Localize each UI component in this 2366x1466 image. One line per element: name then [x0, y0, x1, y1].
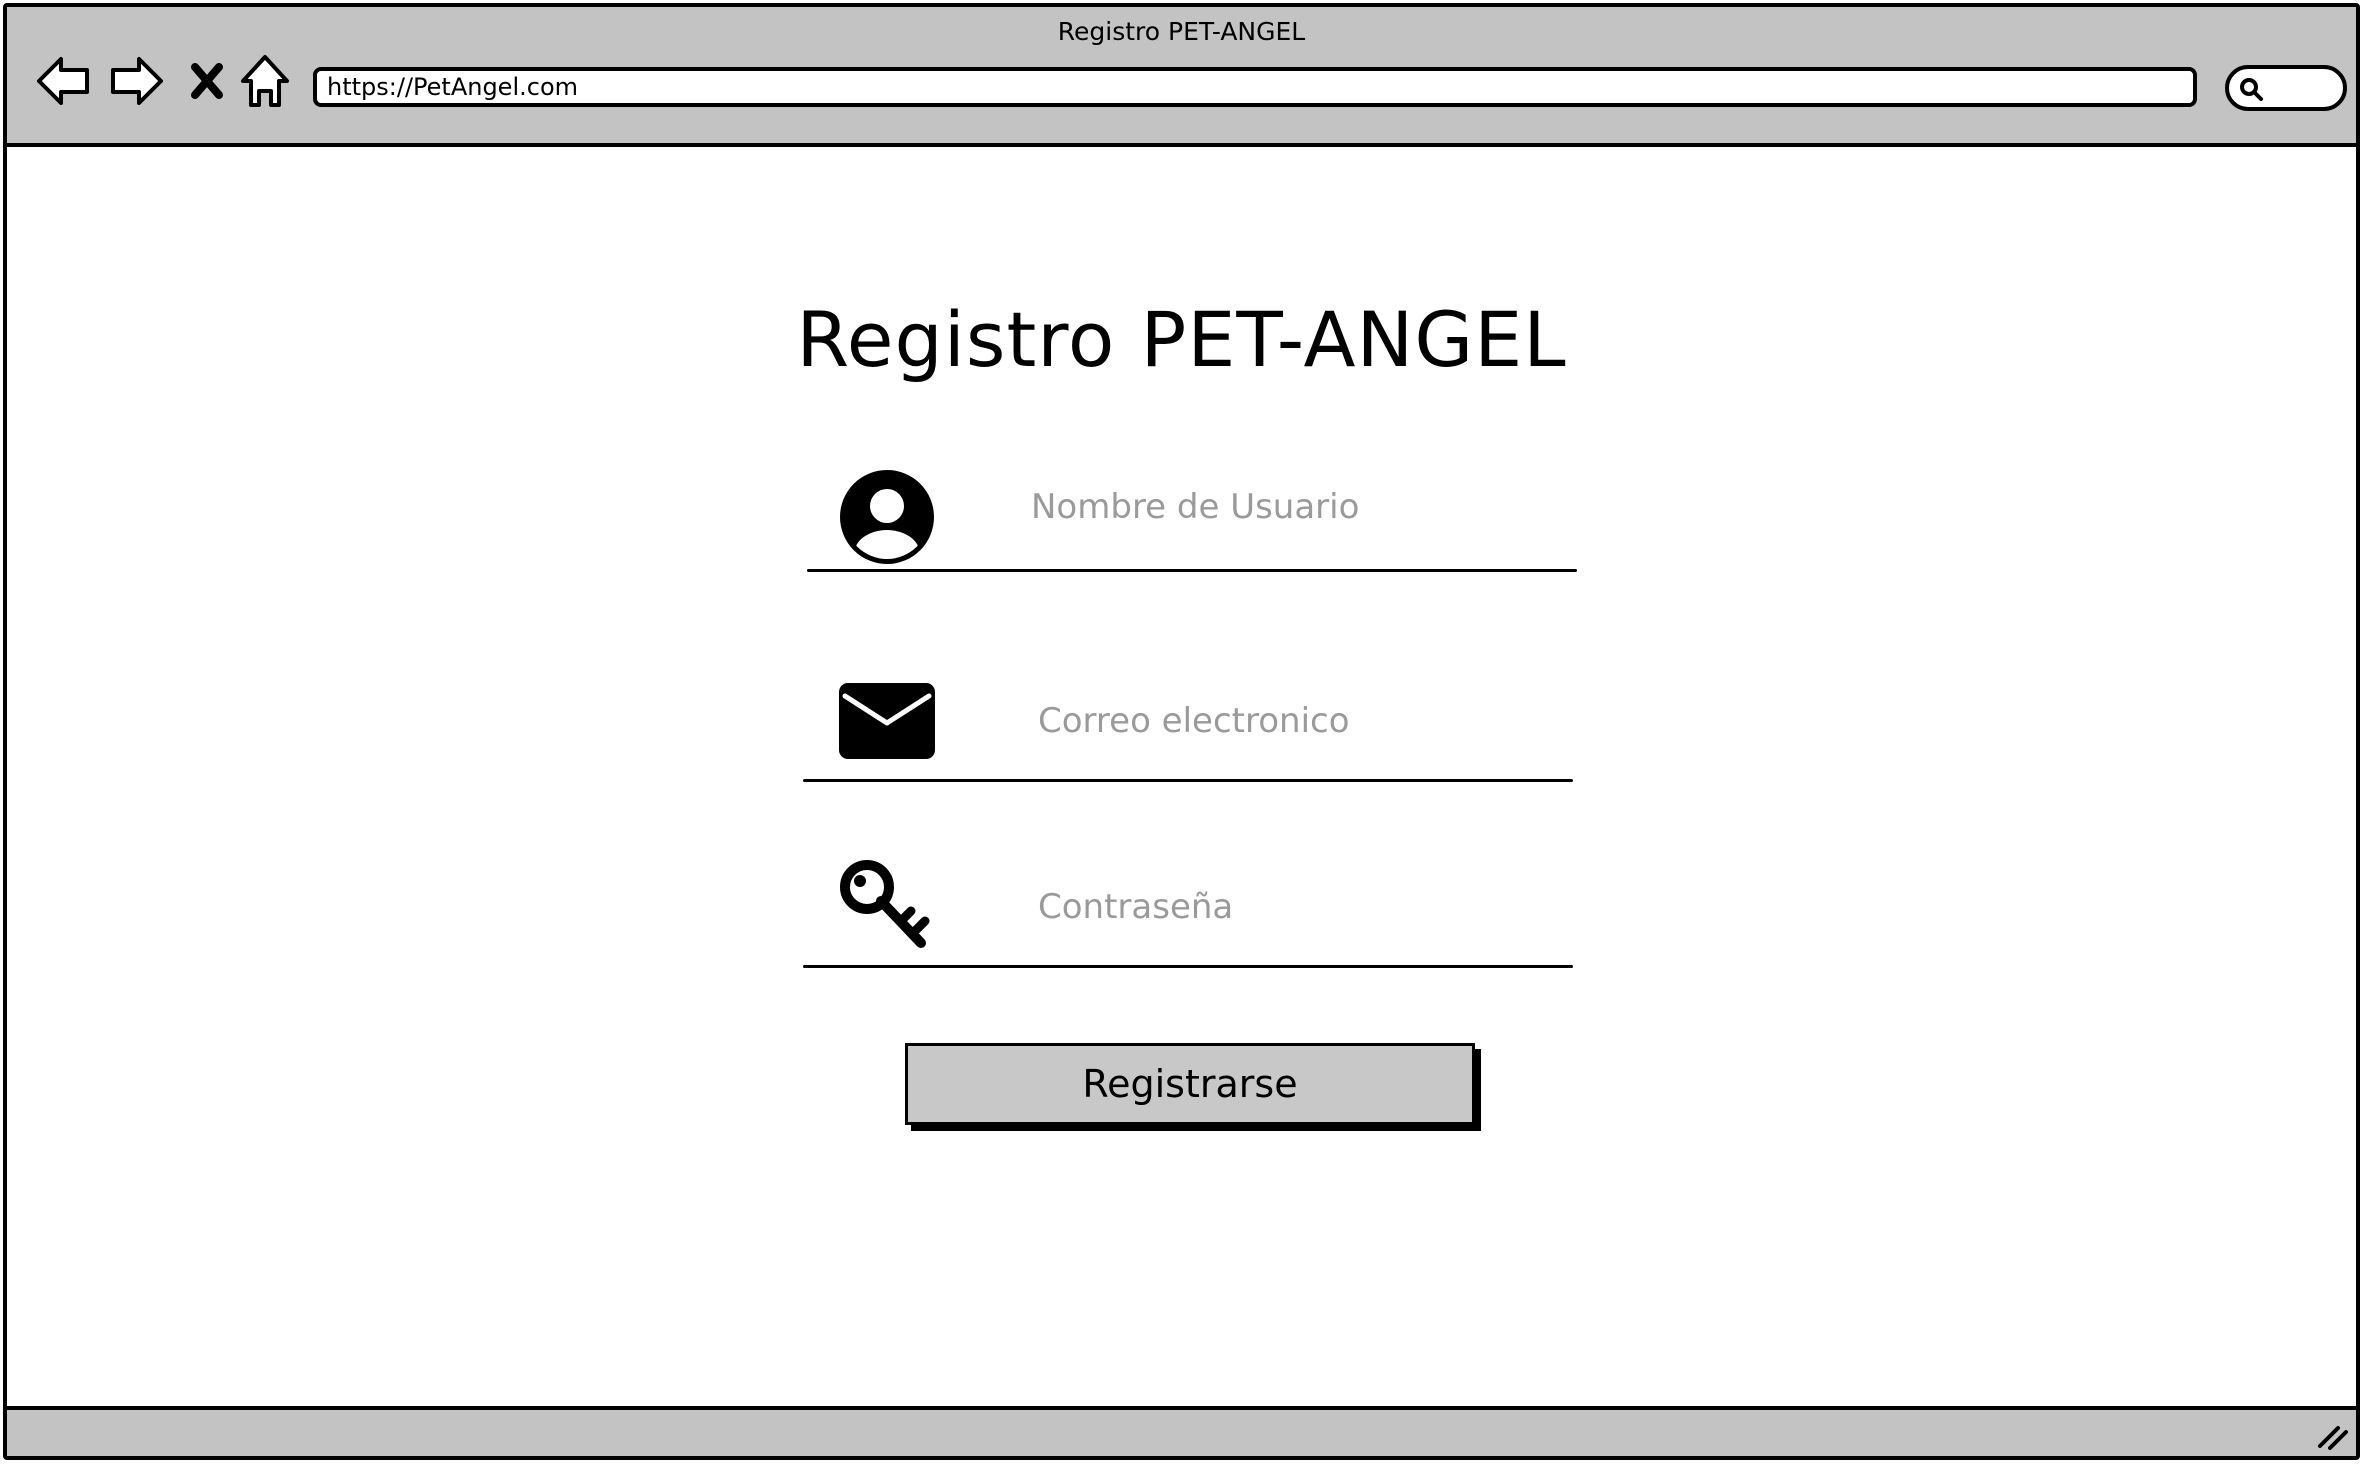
page-title: Registro PET-ANGEL [796, 295, 1567, 384]
password-placeholder: Contraseña [1038, 887, 1234, 927]
password-underline [803, 965, 1573, 968]
key-icon [837, 857, 937, 957]
browser-search-button[interactable] [2225, 65, 2347, 111]
page-content: Registro PET-ANGEL Nombre de Usuario Cor… [7, 147, 2356, 1406]
email-placeholder: Correo electronico [1038, 701, 1350, 741]
username-field[interactable]: Nombre de Usuario [807, 467, 1577, 577]
username-underline [807, 569, 1577, 572]
password-field[interactable]: Contraseña [803, 860, 1573, 973]
stop-icon[interactable] [177, 51, 237, 111]
window-title: Registro PET-ANGEL [1057, 17, 1306, 46]
browser-window: Registro PET-ANGEL https://PetAngel.com [3, 3, 2360, 1460]
resize-grip-icon[interactable] [2314, 1418, 2350, 1452]
user-avatar-icon [837, 467, 937, 567]
home-icon[interactable] [235, 51, 295, 111]
email-field[interactable]: Correo electronico [803, 667, 1573, 782]
username-placeholder: Nombre de Usuario [1031, 487, 1360, 527]
register-button[interactable]: Registrarse [905, 1043, 1475, 1125]
browser-titlebar: Registro PET-ANGEL https://PetAngel.com [7, 7, 2356, 147]
back-arrow-icon[interactable] [33, 51, 93, 111]
url-input[interactable]: https://PetAngel.com [313, 67, 2197, 107]
envelope-icon [837, 671, 937, 771]
browser-statusbar [7, 1406, 2356, 1456]
forward-arrow-icon[interactable] [107, 51, 167, 111]
email-underline [803, 779, 1573, 782]
